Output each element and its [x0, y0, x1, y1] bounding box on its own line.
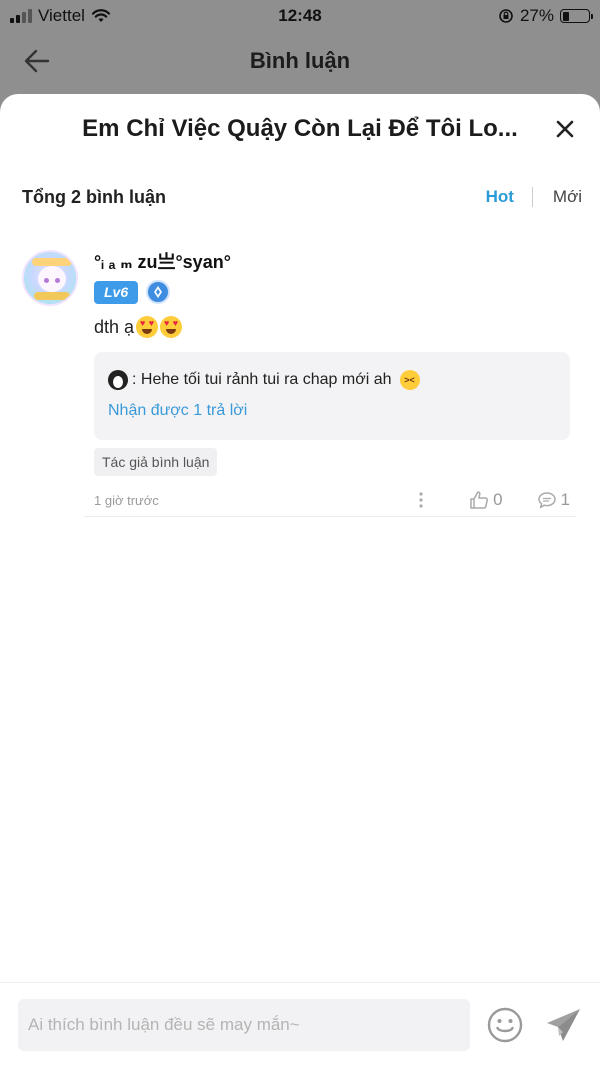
reply-text: : Hehe tối tui rảnh tui ra chap mới ah: [132, 371, 392, 388]
status-bar: Viettel 12:48 27%: [0, 0, 600, 32]
comment-input-bar: [0, 982, 600, 1067]
battery-fill: [562, 11, 570, 21]
sort-divider: [531, 187, 533, 207]
page-title: Bình luận: [249, 48, 351, 73]
comments-sheet: Em Chỉ Việc Quậy Còn Lại Để Tôi Lo... Tổ…: [0, 94, 600, 1067]
send-button[interactable]: [544, 1005, 584, 1045]
comment-bubble-icon: [537, 492, 556, 509]
comment-count: Tổng 2 bình luận: [22, 186, 166, 207]
comment-input[interactable]: [18, 999, 470, 1051]
comment-body: °ᵢ ₐ ₘ zu亗°syan° Lv6 dth ạ : Hehe tối tu…: [94, 250, 578, 512]
send-icon: [547, 1009, 580, 1041]
back-button[interactable]: [20, 44, 54, 78]
comment-username[interactable]: °ᵢ ₐ ₘ zu亗°syan°: [94, 250, 578, 274]
penguin-emoji-icon: [108, 370, 128, 390]
level-badge: Lv6: [94, 280, 139, 304]
battery-percent: 27%: [519, 6, 554, 25]
rotation-lock-icon: [499, 9, 513, 23]
signal-icon: [10, 9, 32, 23]
comment-divider: [84, 516, 576, 517]
arrow-left-icon: [24, 49, 50, 73]
battery-icon: [560, 9, 593, 23]
author-comment-tag: Tác giả bình luận: [94, 448, 218, 476]
close-button[interactable]: [552, 116, 578, 142]
nav-bar: Bình luận: [0, 36, 600, 86]
laughing-emoji-icon: ><: [399, 370, 420, 390]
reply-count: 1: [560, 490, 570, 509]
view-replies-link[interactable]: Nhận được 1 trả lời: [108, 400, 556, 422]
status-left: Viettel: [10, 6, 111, 26]
emoji-button[interactable]: [486, 1006, 524, 1044]
comment-text: dth ạ: [94, 314, 578, 340]
wifi-icon: [91, 9, 111, 22]
sort-hot-tab[interactable]: Hot: [486, 187, 514, 207]
heart-eyes-emoji-icon: [160, 316, 183, 338]
smiley-icon: [487, 1007, 523, 1043]
comment-timestamp: 1 giờ trước: [94, 492, 159, 508]
sort-options: Hot Mới: [486, 187, 582, 207]
reply-button[interactable]: 1: [537, 490, 570, 510]
heart-eyes-emoji-icon: [136, 316, 159, 338]
like-button[interactable]: 0: [469, 490, 503, 510]
comments-summary: Tổng 2 bình luận Hot Mới: [22, 182, 582, 212]
story-title: Em Chỉ Việc Quậy Còn Lại Để Tôi Lo...: [82, 115, 518, 142]
medal-icon: [146, 280, 171, 304]
reply-line: : Hehe tối tui rảnh tui ra chap mới ah >…: [108, 368, 556, 392]
sort-new-tab[interactable]: Mới: [553, 187, 582, 207]
avatar[interactable]: [22, 250, 78, 306]
comment-text-content: dth ạ: [94, 316, 135, 337]
more-options-button[interactable]: [409, 488, 433, 512]
comment-meta: 1 giờ trước 0 1: [94, 488, 570, 512]
carrier-label: Viettel: [38, 6, 85, 25]
thumbs-up-icon: [470, 491, 489, 509]
user-badges: Lv6: [94, 280, 578, 304]
status-right: 27%: [498, 6, 593, 26]
sheet-header: Em Chỉ Việc Quậy Còn Lại Để Tôi Lo...: [0, 94, 600, 164]
reply-preview[interactable]: : Hehe tối tui rảnh tui ra chap mới ah >…: [94, 352, 570, 440]
close-icon: [556, 120, 574, 138]
like-count: 0: [493, 490, 503, 509]
more-vertical-icon: [419, 492, 423, 508]
